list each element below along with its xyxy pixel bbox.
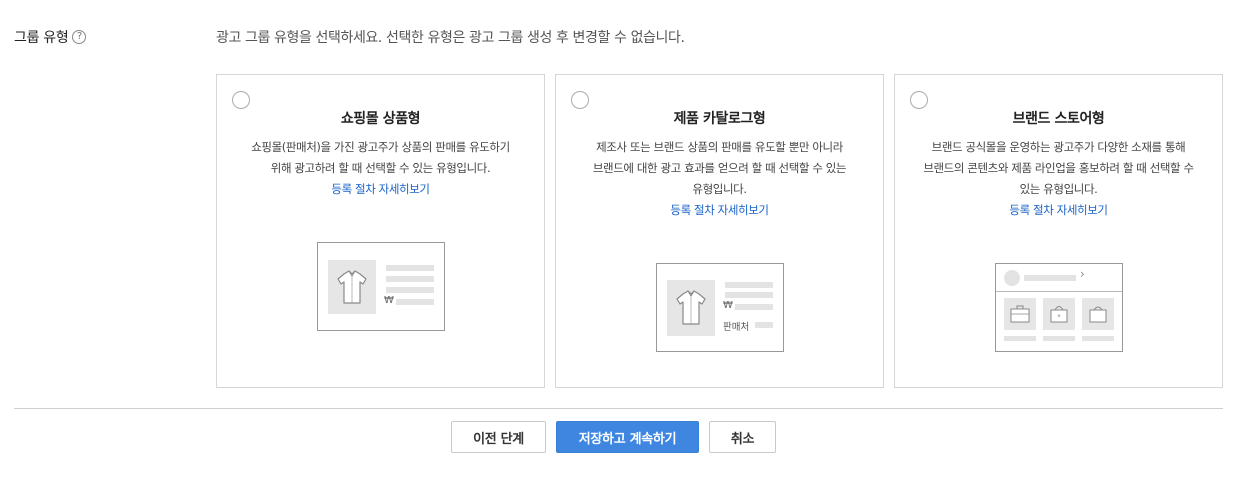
card-title: 브랜드 스토어형: [1012, 111, 1105, 127]
card-shopping-mall[interactable]: 쇼핑몰 상품형 쇼핑몰(판매처)을 가진 광고주가 상품의 판매를 유도하기 위…: [216, 74, 545, 388]
item-label-placeholder: [1043, 336, 1075, 341]
item-label-placeholder: [1082, 336, 1114, 341]
shopping-illustration: ₩: [317, 242, 445, 331]
section-divider: [14, 408, 1223, 409]
card-brand-store[interactable]: 브랜드 스토어형 브랜드 공식몰을 운영하는 광고주가 다양한 소재를 통해 브…: [894, 74, 1223, 388]
card-line: 브랜드에 대한 광고 효과를 얻으려 할 때 선택할 수 있는: [592, 161, 847, 175]
field-description: 광고 그룹 유형을 선택하세요. 선택한 유형은 광고 그룹 생성 후 변경할 …: [216, 30, 685, 46]
item-thumb: [1082, 298, 1114, 330]
card-line: 유형입니다.: [692, 182, 747, 196]
shirt-icon: [676, 290, 706, 325]
registration-details-link[interactable]: 등록 절차 자세히보기: [1009, 203, 1108, 217]
product-image-placeholder: [328, 260, 376, 314]
price-symbol: ₩: [384, 295, 394, 306]
svg-text:*: *: [1057, 313, 1061, 321]
text-placeholder: [386, 287, 434, 293]
brand-store-illustration: › *: [995, 263, 1123, 352]
item-thumb: *: [1043, 298, 1075, 330]
text-placeholder: [725, 282, 773, 288]
seller-label: 판매처: [723, 322, 750, 333]
price-placeholder: [396, 299, 434, 305]
card-line: 위해 광고하려 할 때 선택할 수 있는 유형입니다.: [270, 161, 491, 175]
price-placeholder: [735, 304, 773, 310]
chevron-right-icon: ›: [1080, 267, 1085, 281]
cancel-button[interactable]: 취소: [709, 421, 776, 453]
radio-product-catalog[interactable]: [571, 91, 589, 109]
card-line: 쇼핑몰(판매처)을 가진 광고주가 상품의 판매를 유도하기: [251, 140, 510, 154]
text-placeholder: [386, 276, 434, 282]
card-line: 제조사 또는 브랜드 상품의 판매를 유도할 뿐만 아니라: [596, 140, 843, 154]
card-description: 제조사 또는 브랜드 상품의 판매를 유도할 뿐만 아니라 브랜드에 대한 광고…: [570, 137, 869, 221]
price-symbol: ₩: [723, 300, 733, 311]
prev-step-button[interactable]: 이전 단계: [451, 421, 546, 453]
card-line: 있는 유형입니다.: [1019, 182, 1098, 196]
radio-shopping-mall[interactable]: [232, 91, 250, 109]
registration-details-link[interactable]: 등록 절차 자세히보기: [331, 182, 430, 196]
card-line: 브랜드의 콘텐츠와 제품 라인업을 홍보하려 할 때 선택할 수: [923, 161, 1194, 175]
field-label: 그룹 유형: [14, 30, 69, 46]
text-placeholder: [386, 265, 434, 271]
briefcase-icon: [1010, 305, 1030, 323]
item-thumb: [1004, 298, 1036, 330]
divider-line: [996, 291, 1122, 292]
card-product-catalog[interactable]: 제품 카탈로그형 제조사 또는 브랜드 상품의 판매를 유도할 뿐만 아니라 브…: [555, 74, 884, 388]
bag-icon: [1089, 306, 1107, 323]
product-image-placeholder: [667, 280, 715, 336]
card-title: 쇼핑몰 상품형: [340, 111, 421, 127]
card-title: 제품 카탈로그형: [673, 111, 766, 127]
registration-details-link[interactable]: 등록 절차 자세히보기: [670, 203, 769, 217]
card-description: 브랜드 공식몰을 운영하는 광고주가 다양한 소재를 통해 브랜드의 콘텐츠와 …: [909, 137, 1208, 221]
item-label-placeholder: [1004, 336, 1036, 341]
card-line: 브랜드 공식몰을 운영하는 광고주가 다양한 소재를 통해: [931, 140, 1186, 154]
store-name-placeholder: [1024, 275, 1076, 281]
card-description: 쇼핑몰(판매처)을 가진 광고주가 상품의 판매를 유도하기 위해 광고하려 할…: [231, 137, 530, 200]
shirt-icon: [337, 270, 367, 304]
catalog-illustration: ₩ 판매처: [656, 263, 784, 352]
bag-icon: *: [1050, 306, 1068, 323]
field-label-group: 그룹 유형 ?: [14, 27, 87, 47]
question-circle-icon[interactable]: ?: [72, 30, 87, 44]
radio-brand-store[interactable]: [910, 91, 928, 109]
save-continue-button[interactable]: 저장하고 계속하기: [556, 421, 699, 453]
text-placeholder: [725, 292, 773, 298]
seller-placeholder: [755, 322, 773, 328]
store-profile-avatar: [1004, 270, 1020, 286]
